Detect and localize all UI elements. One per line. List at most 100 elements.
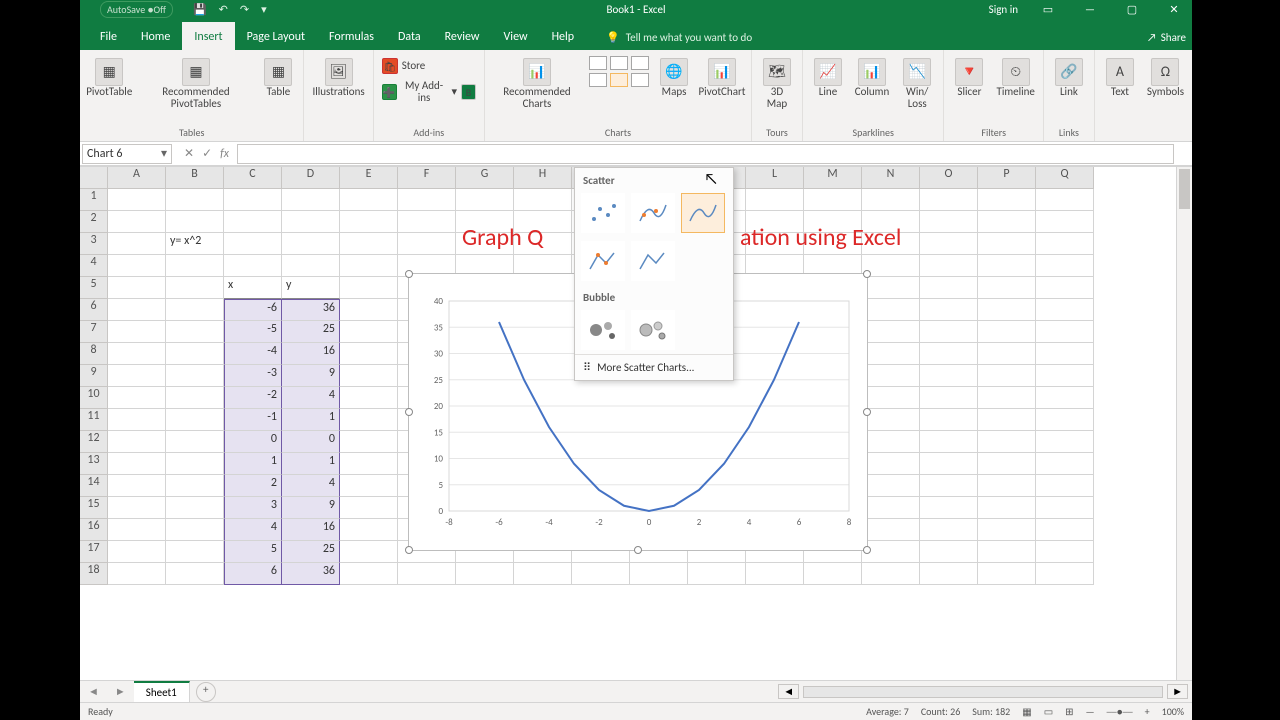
scatter-option-markers[interactable]: [581, 193, 625, 233]
cell-O16[interactable]: [920, 519, 978, 541]
cell-C13[interactable]: 1: [224, 453, 282, 475]
view-page-break-icon[interactable]: ⊞: [1065, 705, 1073, 718]
cell-Q10[interactable]: [1036, 387, 1094, 409]
row-header-12[interactable]: 12: [80, 431, 108, 453]
cell-E13[interactable]: [340, 453, 398, 475]
pivotchart-button[interactable]: 📊PivotChart: [699, 56, 745, 100]
cell-O4[interactable]: [920, 255, 978, 277]
column-header-D[interactable]: D: [282, 167, 340, 189]
cell-F18[interactable]: [398, 563, 456, 585]
column-header-E[interactable]: E: [340, 167, 398, 189]
sparkline-column-button[interactable]: 📊Column: [853, 56, 891, 100]
cell-O9[interactable]: [920, 365, 978, 387]
column-header-L[interactable]: L: [746, 167, 804, 189]
tab-formulas[interactable]: Formulas: [317, 22, 386, 50]
cell-B6[interactable]: [166, 299, 224, 321]
cell-P4[interactable]: [978, 255, 1036, 277]
row-header-7[interactable]: 7: [80, 321, 108, 343]
cell-B4[interactable]: [166, 255, 224, 277]
tab-review[interactable]: Review: [433, 22, 492, 50]
cell-B13[interactable]: [166, 453, 224, 475]
column-header-M[interactable]: M: [804, 167, 862, 189]
zoom-out-icon[interactable]: —: [1086, 705, 1095, 718]
cell-G1[interactable]: [456, 189, 514, 211]
cell-A4[interactable]: [108, 255, 166, 277]
my-addins-button[interactable]: ➕My Add-ins ▾ B: [380, 78, 478, 106]
view-page-layout-icon[interactable]: ▭: [1044, 705, 1053, 718]
cell-O5[interactable]: [920, 277, 978, 299]
link-button[interactable]: 🔗Link: [1050, 56, 1088, 100]
cell-C3[interactable]: [224, 233, 282, 255]
cell-D17[interactable]: 25: [282, 541, 340, 563]
cell-Q17[interactable]: [1036, 541, 1094, 563]
cell-E10[interactable]: [340, 387, 398, 409]
cell-L1[interactable]: [746, 189, 804, 211]
tab-page-layout[interactable]: Page Layout: [235, 22, 317, 50]
more-scatter-charts[interactable]: ⠿ More Scatter Charts...: [575, 354, 733, 380]
redo-icon[interactable]: ↷: [240, 3, 249, 16]
row-header-17[interactable]: 17: [80, 541, 108, 563]
cell-C17[interactable]: 5: [224, 541, 282, 563]
cell-H1[interactable]: [514, 189, 572, 211]
cell-F1[interactable]: [398, 189, 456, 211]
cell-A15[interactable]: [108, 497, 166, 519]
scatter-option-smooth-lines[interactable]: [681, 193, 725, 233]
recommended-pivottables-button[interactable]: ▦Recommended PivotTables: [139, 56, 254, 112]
cell-A17[interactable]: [108, 541, 166, 563]
cell-N9[interactable]: [862, 365, 920, 387]
cell-D3[interactable]: [282, 233, 340, 255]
row-header-13[interactable]: 13: [80, 453, 108, 475]
cell-E14[interactable]: [340, 475, 398, 497]
enter-icon[interactable]: ✓: [202, 146, 212, 161]
cell-P2[interactable]: [978, 211, 1036, 233]
row-header-15[interactable]: 15: [80, 497, 108, 519]
cell-D12[interactable]: 0: [282, 431, 340, 453]
cell-N6[interactable]: [862, 299, 920, 321]
cell-O13[interactable]: [920, 453, 978, 475]
cell-D4[interactable]: [282, 255, 340, 277]
cell-P17[interactable]: [978, 541, 1036, 563]
illustrations-button[interactable]: 🖼Illustrations: [310, 56, 366, 100]
cell-E1[interactable]: [340, 189, 398, 211]
share-button[interactable]: ↗ Share: [1147, 31, 1186, 50]
scatter-option-straight-markers[interactable]: [581, 241, 625, 281]
row-header-14[interactable]: 14: [80, 475, 108, 497]
cell-Q8[interactable]: [1036, 343, 1094, 365]
cell-A8[interactable]: [108, 343, 166, 365]
cell-B1[interactable]: [166, 189, 224, 211]
scatter-option-straight-lines[interactable]: [631, 241, 675, 281]
cell-Q12[interactable]: [1036, 431, 1094, 453]
slicer-button[interactable]: 🔻Slicer: [950, 56, 988, 100]
cell-Q3[interactable]: [1036, 233, 1094, 255]
cell-B11[interactable]: [166, 409, 224, 431]
vertical-scrollbar[interactable]: [1176, 167, 1192, 680]
column-header-F[interactable]: F: [398, 167, 456, 189]
cell-C1[interactable]: [224, 189, 282, 211]
row-header-8[interactable]: 8: [80, 343, 108, 365]
cell-Q5[interactable]: [1036, 277, 1094, 299]
sheet-nav-next[interactable]: ►: [107, 685, 134, 698]
bubble-option-3d[interactable]: [631, 310, 675, 350]
close-icon[interactable]: ✕: [1162, 3, 1186, 16]
minimize-icon[interactable]: —: [1078, 3, 1102, 16]
chart-type-scatter-icon[interactable]: [631, 73, 649, 87]
name-box[interactable]: Chart 6▾: [82, 144, 172, 164]
pivottable-button[interactable]: ▦PivotTable: [86, 56, 133, 100]
cell-C14[interactable]: 2: [224, 475, 282, 497]
zoom-slider[interactable]: ──●──: [1107, 705, 1133, 718]
cell-A11[interactable]: [108, 409, 166, 431]
cell-P15[interactable]: [978, 497, 1036, 519]
cell-B2[interactable]: [166, 211, 224, 233]
cell-C4[interactable]: [224, 255, 282, 277]
sheet-tab-1[interactable]: Sheet1: [134, 681, 190, 702]
zoom-in-icon[interactable]: +: [1145, 705, 1150, 718]
column-header-Q[interactable]: Q: [1036, 167, 1094, 189]
chart-type-bar-icon[interactable]: [589, 73, 607, 87]
cell-K18[interactable]: [688, 563, 746, 585]
worksheet-grid[interactable]: ABCDEFGHIJKLMNOPQ123y= x^245xy6-6367-525…: [80, 166, 1192, 680]
cell-N14[interactable]: [862, 475, 920, 497]
row-header-4[interactable]: 4: [80, 255, 108, 277]
cell-A12[interactable]: [108, 431, 166, 453]
cell-N12[interactable]: [862, 431, 920, 453]
cell-E2[interactable]: [340, 211, 398, 233]
